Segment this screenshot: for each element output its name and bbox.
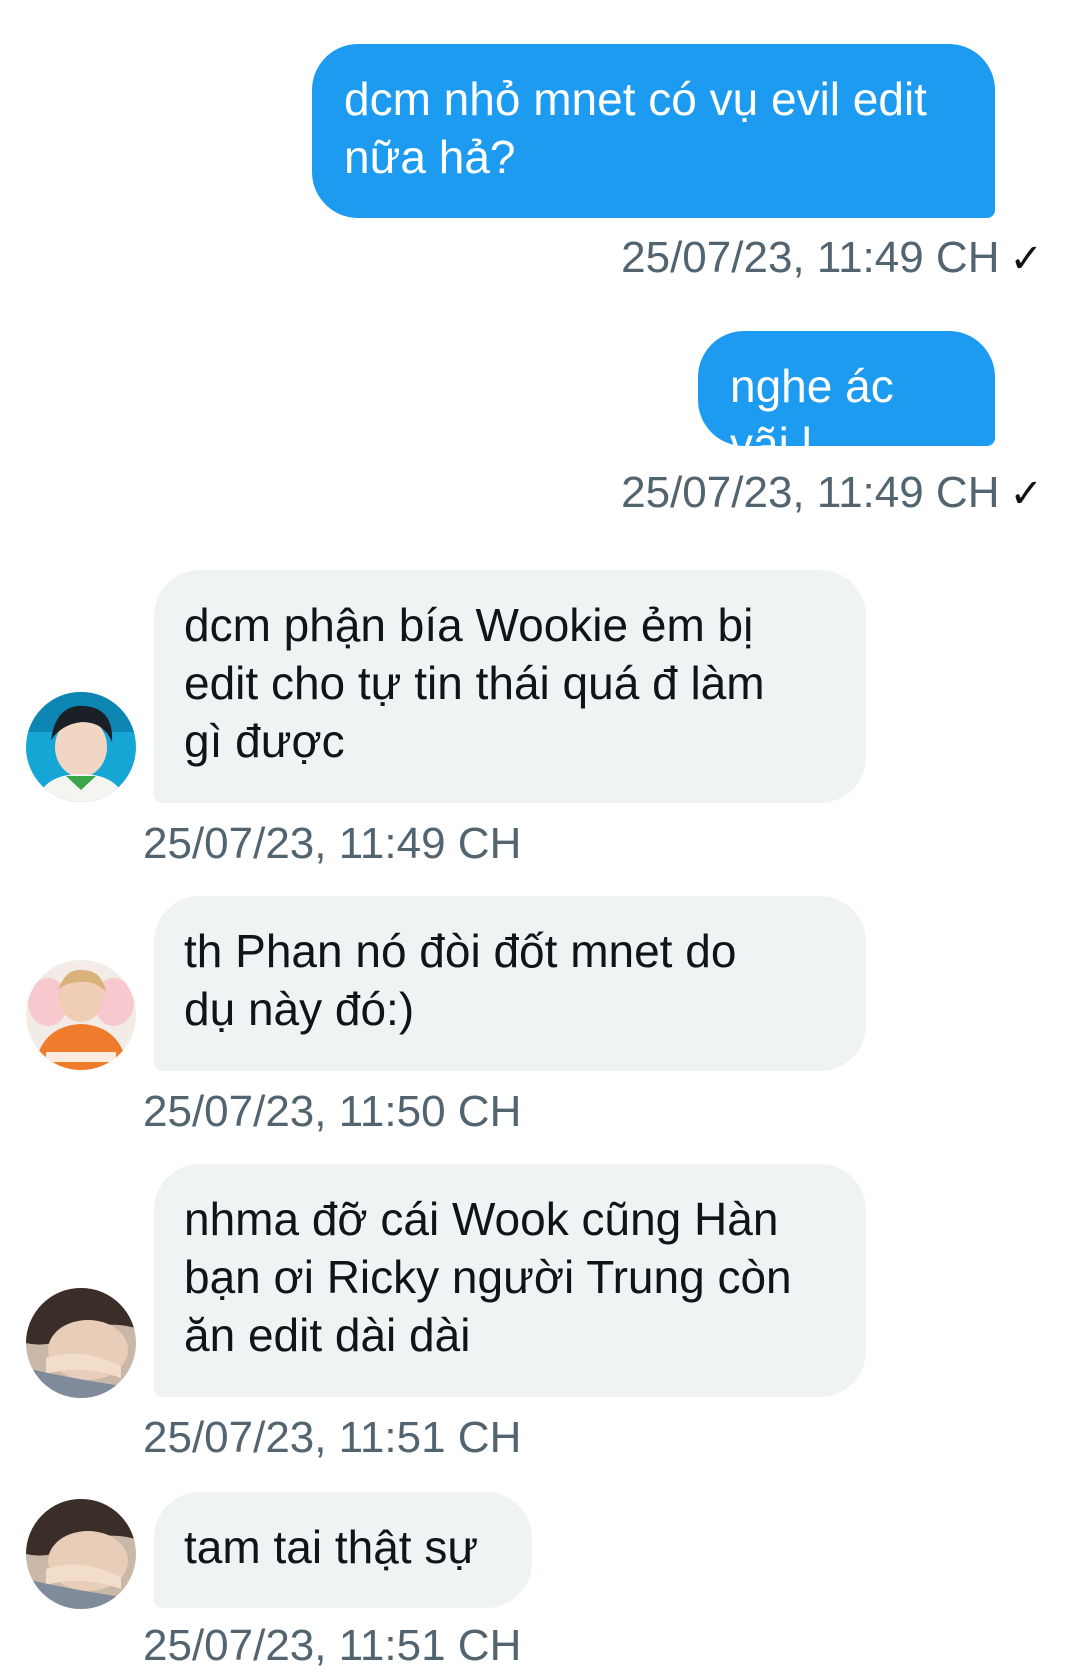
message-bubble-received[interactable]: nhma đỡ cái Wook cũng Hàn bạn ơi Ricky n… xyxy=(154,1164,866,1397)
checkmark-icon: ✓ xyxy=(1009,237,1043,281)
avatar-closeup-face[interactable] xyxy=(26,1288,136,1398)
message-timestamp: 25/07/23, 11:49 CH xyxy=(143,819,522,868)
message-bubble-sent[interactable]: nghe ác vãi l xyxy=(698,331,995,470)
avatar-closeup-face[interactable] xyxy=(26,1499,136,1609)
message-bubble-received[interactable]: dcm phận bía Wookie ẻm bị edit cho tự ti… xyxy=(154,570,866,803)
timestamp-text: 25/07/23, 11:49 CH xyxy=(621,468,1000,517)
message-timestamp: 25/07/23, 11:49 CH ✓ xyxy=(621,467,1043,520)
checkmark-icon: ✓ xyxy=(1009,472,1043,516)
message-timestamp: 25/07/23, 11:51 CH xyxy=(143,1413,522,1462)
message-timestamp: 25/07/23, 11:51 CH xyxy=(143,1621,522,1670)
message-timestamp: 25/07/23, 11:50 CH xyxy=(143,1087,522,1136)
avatar-blue-background-person[interactable] xyxy=(26,692,136,802)
timestamp-text: 25/07/23, 11:49 CH xyxy=(621,233,1000,282)
message-bubble-received[interactable]: tam tai thật sự xyxy=(154,1492,532,1608)
message-timestamp: 25/07/23, 11:49 CH ✓ xyxy=(621,232,1043,285)
message-bubble-received[interactable]: th Phan nó đòi đốt mnet do dụ này đó:) xyxy=(154,896,866,1071)
message-bubble-sent[interactable]: dcm nhỏ mnet có vụ evil edit nữa hả? xyxy=(312,44,995,218)
avatar-orange-outfit-person[interactable] xyxy=(26,960,136,1070)
